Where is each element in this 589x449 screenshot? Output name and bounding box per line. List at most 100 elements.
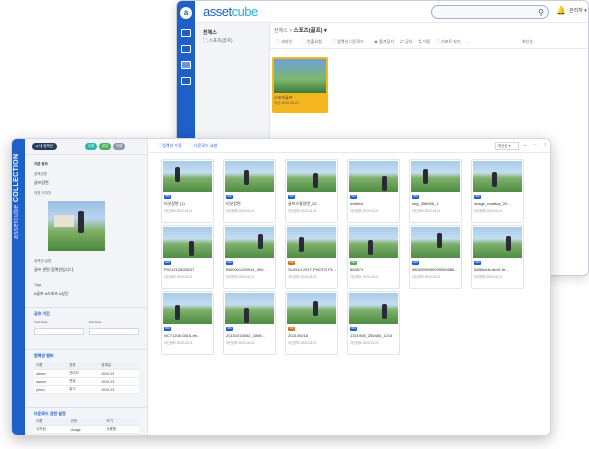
thumbnail-golfer <box>382 304 387 319</box>
trash-icon[interactable] <box>181 77 191 85</box>
member-col-role: 권한 <box>67 362 100 370</box>
collection-toolbar: ⬚ 컴렉션 수정 ⬚ 다운로드 요청 최신순 ▾ ⌄ ⋯ ☆ <box>149 139 550 153</box>
asset-title: SL0914 2017 PHOTO PL... <box>288 267 337 272</box>
tool-more[interactable]: … <box>466 39 470 44</box>
tool-request[interactable]: ⬚ 반출요청 <box>302 39 322 45</box>
asset-title: 9805005090099050580... <box>412 267 458 272</box>
member-date: 2020-03 <box>99 377 139 386</box>
tool-report[interactable]: ⬚ 리포트 보기 <box>436 39 461 45</box>
asset-subtitle: 자산정보 2020.03.21 <box>164 275 193 279</box>
asset-type-badge: IMG <box>350 195 357 199</box>
asset-thumbnail <box>287 227 336 258</box>
member-col-date: 등록일 <box>99 362 139 370</box>
my-collection-tag[interactable]: ● 내 컴렉션 <box>32 143 57 150</box>
asset-thumbnail <box>163 161 212 192</box>
member-name: jdoon <box>34 385 68 394</box>
perm-col-right: 권한 <box>68 418 105 426</box>
asset-card[interactable]: IMG 골프스윙장면_02 자산정보 2020.03.21 <box>285 159 338 223</box>
table-row[interactable]: admin 관리자 2020-03 <box>34 369 139 378</box>
grid-icon[interactable] <box>181 61 191 69</box>
asset-type-badge: IMG <box>288 195 295 199</box>
asset-card[interactable]: IMG IN00001290914_000... 자산정보 2020.03.21 <box>223 225 276 289</box>
asset-card[interactable]: IMG untitled 자산정보 2020.03.21 <box>347 159 400 223</box>
cover-golfer <box>78 211 84 233</box>
asset-card[interactable]: IMG NC71208-0815-rfe... 자산정보 2020.03.21 <box>161 291 214 355</box>
thumbnail-golfer <box>506 236 511 251</box>
share-button[interactable]: 공유 <box>99 143 111 150</box>
asset-card[interactable]: IMG 5A55cfde.db4f..fe... 자산정보 2020.03.21 <box>471 225 524 289</box>
member-section: 컴렉션 멤버 이름 권한 등록일 admin 관리자 2020-03 kwone <box>25 349 147 405</box>
name-label: 컴렉션명 <box>34 172 47 176</box>
cover-sign <box>54 215 74 227</box>
asset-card[interactable]: IMG P02121280DE07 자산정보 2020.03.21 <box>161 225 214 289</box>
asset-type-badge: IMG <box>412 261 419 265</box>
search-icon[interactable]: ⚲ <box>538 8 544 17</box>
tool-favorite[interactable]: ★ 즐겨찾기 <box>374 39 394 45</box>
end-date-input[interactable] <box>89 328 139 335</box>
asset-thumbnail <box>349 293 398 324</box>
monitor-icon[interactable] <box>181 29 191 37</box>
thumbnail-golfer <box>258 234 263 249</box>
user-menu[interactable]: 관리자 ▾ <box>569 7 587 14</box>
collection-rail-title: assetcube COLLECTION <box>13 153 20 239</box>
folder-panel-title: 전체스 <box>203 30 217 36</box>
sort-select[interactable]: 최신순 ▾ <box>495 142 519 150</box>
asset-card[interactable]: IMG 1321908_255484_1214 자산정보 2020.03.21 <box>347 291 400 355</box>
asset-type-badge: VID <box>288 261 295 265</box>
asset-type-badge: IMG <box>226 195 233 199</box>
thumbnail-golfer <box>368 240 373 255</box>
permission-table: 이름 권한 보기 우리팀 Usage 사용함 <box>34 418 139 434</box>
asset-thumbnail <box>163 293 212 324</box>
tool-share[interactable]: ⇄ 공유 <box>400 39 412 45</box>
edit-collection-button[interactable]: ⬚ 컴렉션 수정 <box>157 143 182 149</box>
tool-new[interactable]: ⬚ 새자인 <box>276 39 292 45</box>
chevron-down-icon[interactable]: ⌄ <box>523 142 527 148</box>
asset-grid-area: ⬚ 컴렉션 수정 ⬚ 다운로드 요청 최신순 ▾ ⌄ ⋯ ☆ IMG 티샷장면 (… <box>149 139 550 435</box>
asset-thumbnail <box>287 161 336 192</box>
search-input[interactable]: ⚲ <box>431 5 549 19</box>
asset-thumbnail <box>287 293 336 324</box>
asset-card[interactable]: IMG 20151015062_1898... 자산정보 2020.03.21 <box>223 291 276 355</box>
app-logo-icon[interactable]: a <box>180 7 192 19</box>
delete-button[interactable]: 삭제 <box>113 143 125 150</box>
asset-subtitle: 자산정보 2020.03.21 <box>474 209 503 213</box>
asset-thumbnail <box>473 161 522 192</box>
thumbnail-golfer <box>492 172 497 187</box>
more-icon[interactable]: ⋯ <box>533 142 538 148</box>
folder-card[interactable]: 스포츠골프 자산 2020.03.21 <box>272 57 328 113</box>
table-row[interactable]: 우리팀 Usage 사용함 <box>34 425 139 434</box>
period-title: 공유 기간 <box>34 311 50 316</box>
asset-subtitle: 자산정보 2020.03.21 <box>288 341 317 345</box>
tool-move[interactable]: ⇅ 이동 <box>418 39 430 45</box>
asset-card[interactable]: IMG img_358905_1 자산정보 2020.03.21 <box>409 159 462 223</box>
asset-card[interactable]: IMG 884871 자산정보 2020.03.21 <box>347 225 400 289</box>
member-date: 2020-03 <box>99 369 139 378</box>
asset-subtitle: 자산정보 2020.03.21 <box>474 275 503 279</box>
asset-card[interactable]: IMG image_readtop_20... 자산정보 2020.03.21 <box>471 159 524 223</box>
start-date-label: Start Date <box>34 320 48 324</box>
asset-card[interactable]: IMG 티샷장면 (1) 자산정보 2020.03.21 <box>161 159 214 223</box>
table-row[interactable]: kwone 편집 2020-03 <box>34 377 139 386</box>
folder-thumbnail <box>274 59 326 93</box>
asset-card[interactable]: VID SL0914 2017 PHOTO PL... 자산정보 2020.03.2… <box>285 225 338 289</box>
folder-item-golf[interactable]: ▢ 스포츠(골프) <box>203 38 232 44</box>
table-row[interactable]: jdoon 읽기 2020-03 <box>34 385 139 394</box>
perm-col-view: 보기 <box>104 418 139 426</box>
asset-thumbnail <box>411 161 460 192</box>
star-icon[interactable]: ☆ <box>543 142 547 148</box>
download-request-button[interactable]: ⬚ 다운로드 요청 <box>189 143 217 149</box>
asset-subtitle: 자산정보 2020.03.21 <box>164 341 193 345</box>
back-sort[interactable]: 최신순 <box>522 39 533 45</box>
side-header: ● 내 컴렉션 수정 공유 삭제 <box>25 139 147 155</box>
perm-right: Usage <box>68 425 105 434</box>
asset-card[interactable]: IMG 9805005090099050580... 자산정보 2020.03.21 <box>409 225 462 289</box>
asset-title: IN00001290914_000... <box>226 267 267 272</box>
edit-button[interactable]: 수정 <box>85 143 97 150</box>
tool-download[interactable]: ⬚ 컴렉션 다운로드 <box>332 39 364 45</box>
asset-card[interactable]: VID 2021/05/18 자산정보 2020.03.21 <box>285 291 338 355</box>
asset-card[interactable]: IMG 티샷장면 자산정보 2020.03.21 <box>223 159 276 223</box>
bell-icon[interactable]: 🔔 <box>556 6 566 15</box>
asset-title: 골프스윙장면_02 <box>288 201 317 206</box>
bag-icon[interactable] <box>181 45 191 53</box>
start-date-input[interactable] <box>34 328 84 335</box>
